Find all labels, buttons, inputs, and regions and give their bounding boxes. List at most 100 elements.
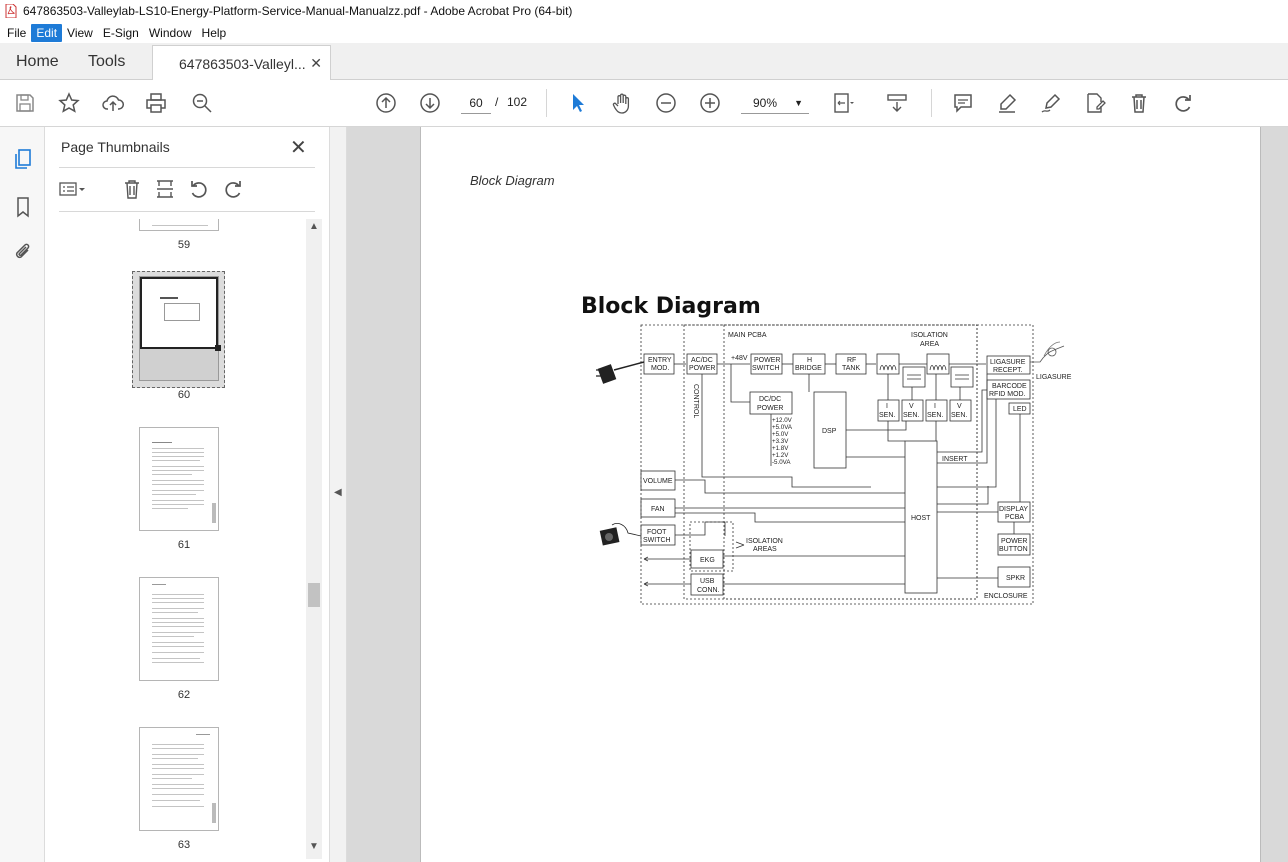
power-plug-icon (596, 361, 645, 384)
foot-pedal-icon (599, 523, 642, 546)
svg-text:TANK: TANK (842, 365, 860, 372)
svg-text:EKG: EKG (700, 557, 715, 564)
page-header: Block Diagram (470, 173, 555, 188)
menu-window[interactable]: Window (144, 24, 197, 42)
thumbnail-scrollbar[interactable]: ▲ ▼ (306, 219, 322, 859)
next-page-icon[interactable] (417, 90, 443, 116)
page-total: 102 (507, 95, 528, 109)
svg-text:SEN.: SEN. (903, 412, 919, 419)
menu-esign[interactable]: E-Sign (98, 24, 144, 42)
comment-icon[interactable] (950, 90, 976, 116)
page-number-input[interactable]: 60 (461, 92, 491, 114)
zoom-select[interactable]: 90% ▼ (741, 92, 809, 114)
previous-page-icon[interactable] (373, 90, 399, 116)
svg-text:+12.0V: +12.0V (772, 417, 793, 424)
document-viewer: Block Diagram Block Diagram MAIN PCBA IS… (347, 127, 1288, 862)
toolbar-divider (546, 89, 547, 117)
tab-tools[interactable]: Tools (88, 43, 125, 80)
zoom-in-icon[interactable] (697, 90, 723, 116)
star-icon[interactable] (56, 90, 82, 116)
hand-tool-icon[interactable] (609, 90, 635, 116)
select-cursor-icon[interactable] (565, 90, 591, 116)
svg-text:BARCODE: BARCODE (992, 383, 1027, 390)
main-pcba-label: MAIN PCBA (728, 332, 767, 339)
chevron-up-icon[interactable]: ▲ (309, 221, 319, 232)
thumbnail-heading (160, 297, 178, 299)
thumbnail-label: 59 (177, 239, 191, 251)
svg-text:I: I (886, 403, 888, 410)
close-panel-icon[interactable]: ✕ (290, 135, 307, 160)
thumbnail-page-61[interactable] (139, 427, 219, 531)
menu-edit[interactable]: Edit (31, 23, 63, 42)
tab-home[interactable]: Home (16, 43, 59, 80)
thumbnail-page-60[interactable] (139, 276, 221, 381)
svg-text:AC/DC: AC/DC (691, 357, 713, 364)
extract-page-icon[interactable] (152, 177, 178, 201)
collapse-panel-icon[interactable]: ◀ (334, 487, 342, 498)
highlight-pen-icon[interactable] (994, 90, 1020, 116)
ligasure-handpiece-icon (1030, 341, 1065, 363)
page-fit-icon[interactable] (830, 90, 856, 116)
svg-text:FOOT: FOOT (647, 529, 667, 536)
rotate-icon[interactable] (1170, 90, 1196, 116)
svg-text:ENCLOSURE: ENCLOSURE (984, 593, 1028, 600)
thumbnail-page-63[interactable] (139, 727, 219, 831)
thumbnail-options-icon[interactable] (59, 177, 85, 201)
page-thumbnails-panel: Page Thumbnails ✕ 59 60 61 62 63 (45, 127, 330, 862)
isolation-area-label-2: AREA (920, 341, 939, 348)
svg-text:LIGASURE: LIGASURE (990, 359, 1026, 366)
edit-pdf-icon[interactable] (1082, 90, 1108, 116)
menu-view[interactable]: View (62, 24, 98, 42)
upload-cloud-icon[interactable] (100, 90, 126, 116)
menu-file[interactable]: File (2, 24, 31, 42)
svg-text:LED: LED (1013, 406, 1027, 413)
svg-text:ISOLATION: ISOLATION (746, 538, 783, 545)
panel-divider (59, 167, 315, 168)
panel-collapse-strip[interactable]: ◀ (330, 127, 347, 862)
delete-icon[interactable] (1126, 90, 1152, 116)
svg-text:I: I (934, 403, 936, 410)
svg-text:H: H (807, 357, 812, 364)
svg-text:LIGASURE: LIGASURE (1036, 374, 1072, 381)
thumbnail-list: 59 60 61 62 63 (59, 219, 309, 859)
thumbnail-page-62[interactable] (139, 577, 219, 681)
svg-text:+1.2V: +1.2V (772, 452, 789, 459)
svg-text:+3.3V: +3.3V (772, 438, 789, 445)
close-tab-icon[interactable]: ✕ (310, 55, 322, 72)
save-icon[interactable] (12, 90, 38, 116)
svg-text:DISPLAY: DISPLAY (999, 506, 1028, 513)
print-icon[interactable] (143, 90, 169, 116)
svg-text:PCBA: PCBA (1005, 514, 1024, 521)
scrollbar-thumb[interactable] (308, 583, 320, 607)
svg-text:SPKR: SPKR (1006, 575, 1025, 582)
chevron-down-icon[interactable]: ▼ (309, 841, 319, 852)
svg-text:POWER: POWER (757, 405, 783, 412)
svg-text:RECEPT.: RECEPT. (993, 367, 1023, 374)
zoom-search-icon[interactable] (189, 90, 215, 116)
delete-page-icon[interactable] (119, 177, 145, 201)
tab-document[interactable]: 647863503-Valleyl... ✕ (152, 45, 331, 81)
window-title: 647863503-Valleylab-LS10-Energy-Platform… (23, 4, 573, 18)
svg-text:+48V: +48V (731, 355, 748, 362)
page-thumbnails-icon[interactable] (11, 147, 35, 171)
menu-help[interactable]: Help (197, 24, 232, 42)
svg-text:BUTTON: BUTTON (999, 546, 1028, 553)
svg-text:SEN.: SEN. (879, 412, 895, 419)
page-separator: / (495, 95, 499, 109)
svg-text:POWER: POWER (1001, 538, 1027, 545)
zoom-out-icon[interactable] (653, 90, 679, 116)
attachment-icon[interactable] (11, 240, 35, 264)
rotate-ccw-icon[interactable] (186, 177, 212, 201)
svg-text:SEN.: SEN. (927, 412, 943, 419)
thumbnail-page-59[interactable] (139, 219, 219, 231)
sign-pen-icon[interactable] (1038, 90, 1064, 116)
thumbnail-resize-handle[interactable] (215, 345, 221, 351)
block-diagram: MAIN PCBA ISOLATION AREA ENTRYMOD. AC/DC… (596, 324, 1072, 605)
scroll-mode-icon[interactable] (884, 90, 910, 116)
svg-text:+1.8V: +1.8V (772, 445, 789, 452)
svg-text:-5.0VA: -5.0VA (772, 459, 791, 466)
svg-text:POWER: POWER (754, 357, 780, 364)
rotate-cw-icon[interactable] (220, 177, 246, 201)
bookmark-icon[interactable] (11, 195, 35, 219)
chevron-down-icon: ▼ (794, 98, 803, 108)
